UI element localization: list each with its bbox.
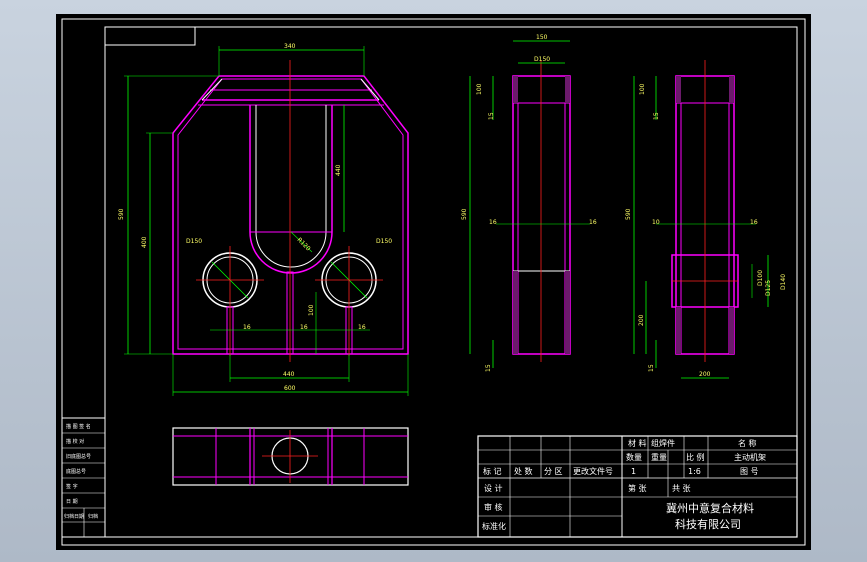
side2-dim-top-height-2: 15 xyxy=(653,112,660,120)
scale-label: 比 例 xyxy=(686,452,705,462)
strip-text: 描 校 对 xyxy=(66,438,84,445)
side1-dim-inner-width: D150 xyxy=(534,56,550,63)
total-label: 共 张 xyxy=(672,484,691,493)
side2-dim-bore-height: D140 xyxy=(780,274,787,290)
review-label: 审 核 xyxy=(484,502,503,512)
revision-header-zone: 分 区 xyxy=(544,467,563,476)
dim-inner-height: 400 xyxy=(141,236,148,248)
strip-text: 日 期 xyxy=(66,499,78,505)
strip-text: 签 字 xyxy=(66,483,78,490)
qty-value: 1 xyxy=(631,467,636,476)
side1-dim-wall-left: 16 xyxy=(489,219,497,226)
side2-dim-bore-2: D125 xyxy=(765,280,772,296)
dim-inner-width: 440 xyxy=(283,371,295,378)
side2-dim-overall-height: 590 xyxy=(625,208,632,220)
revision-header-count: 处 数 xyxy=(514,466,533,476)
strip-text: 归档日期 xyxy=(64,513,84,520)
side1-lower-hatch-right xyxy=(565,271,570,354)
side1-dim-top-height-1: 100 xyxy=(476,83,483,95)
side2-dim-lower-height: 200 xyxy=(638,314,645,326)
part-name: 主动机架 xyxy=(734,452,766,462)
cad-drawing-canvas: 340 590 400 440 R120 D150 D150 16 16 16 … xyxy=(56,14,811,550)
side2-dim-top-height-1: 100 xyxy=(639,83,646,95)
side1-dim-top-width: 150 xyxy=(536,34,548,41)
side2-lower-hatch-right xyxy=(729,307,734,354)
dim-pin-height: 100 xyxy=(308,304,315,316)
side2-dim-bore-1: D100 xyxy=(757,270,764,286)
side1-top-hatch-right xyxy=(565,76,570,103)
dim-pin-right: 16 xyxy=(358,324,366,331)
revision-header-mark: 标 记 xyxy=(483,466,502,476)
company-line-2: 科技有限公司 xyxy=(675,517,741,531)
material-value: 组焊件 xyxy=(651,438,675,448)
side1-lower-hatch-left xyxy=(513,271,518,354)
side2-dim-wall-right: 16 xyxy=(750,219,758,226)
dim-pin-left: 16 xyxy=(243,324,251,331)
side1-dim-top-height-2: 15 xyxy=(488,112,495,120)
strip-text: 描 图 签 名 xyxy=(66,423,91,430)
side2-dim-bottom-width: 200 xyxy=(699,371,711,378)
side2-lower-hatch-left xyxy=(676,307,681,354)
qty-label: 数量 xyxy=(626,452,642,462)
dim-overall-height: 590 xyxy=(118,208,125,220)
dim-slot-height: 440 xyxy=(335,164,342,176)
company-line-1: 冀州中意复合材料 xyxy=(666,501,754,515)
side1-dim-overall-height: 590 xyxy=(461,208,468,220)
dim-pin-mid: 16 xyxy=(300,324,308,331)
weight-label: 重量 xyxy=(651,452,667,462)
side2-dim-wall-left: 10 xyxy=(652,219,660,226)
side2-top-hatch-right xyxy=(729,76,734,103)
design-label: 设 计 xyxy=(484,483,503,493)
dim-top-width: 340 xyxy=(284,43,296,50)
scale-value: 1:6 xyxy=(688,467,701,476)
name-label: 名 称 xyxy=(738,438,757,448)
side2-dim-bottom: 15 xyxy=(648,364,655,372)
dim-hole-right: D150 xyxy=(376,238,392,245)
strip-text: 底图总号 xyxy=(66,468,86,475)
side1-dim-bottom: 15 xyxy=(485,364,492,372)
strip-text: 旧底图总号 xyxy=(66,453,91,460)
strip-text: 归档 xyxy=(88,513,98,520)
side1-dim-wall-right: 16 xyxy=(589,219,597,226)
side2-top-hatch-left xyxy=(676,76,681,103)
revision-header-doc: 更改文件号 xyxy=(573,466,613,476)
drawing-no-label: 图 号 xyxy=(740,467,759,476)
dim-bottom-width: 600 xyxy=(284,385,296,392)
side1-top-hatch-left xyxy=(513,76,518,103)
dim-hole-left: D150 xyxy=(186,238,202,245)
sheet-label: 第 张 xyxy=(628,483,647,493)
material-label: 材 料 xyxy=(628,438,647,448)
standard-label: 标准化 xyxy=(482,521,506,531)
